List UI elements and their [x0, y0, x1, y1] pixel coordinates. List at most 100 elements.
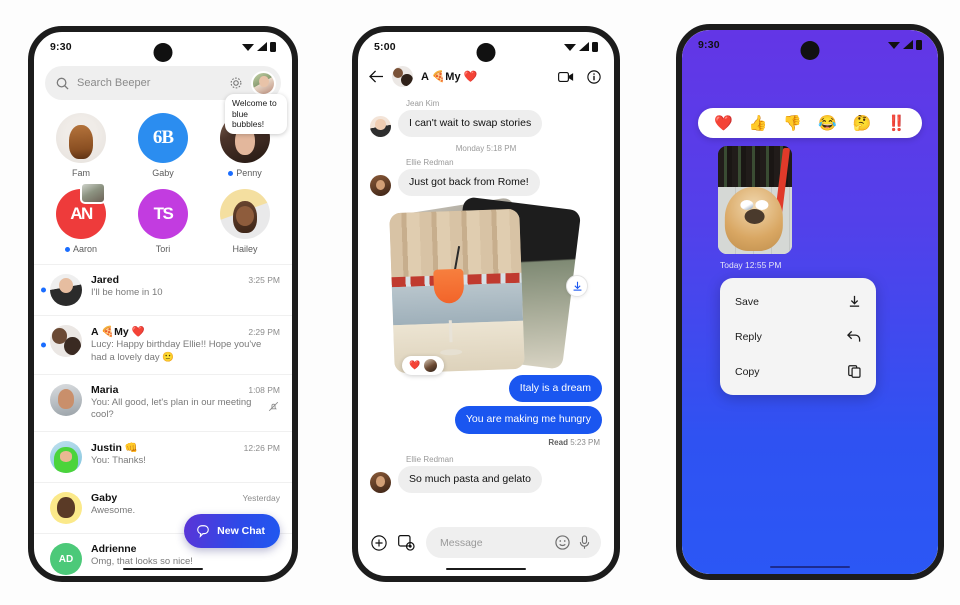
chat-name: Adrienne: [91, 543, 137, 556]
photo-stack-message[interactable]: ❤️: [370, 196, 602, 376]
reaction-thinking-icon[interactable]: 🤔: [853, 114, 872, 132]
chat-row-header: Justin 👊 12:26 PM: [91, 441, 280, 454]
avatar: [370, 471, 391, 493]
back-arrow-icon[interactable]: [369, 70, 384, 83]
avatar: AD: [50, 543, 82, 576]
plus-circle-icon[interactable]: [371, 534, 387, 551]
day-timestamp: Monday 5:18 PM: [455, 144, 517, 154]
story-item-hailey[interactable]: Hailey: [204, 184, 286, 260]
download-button[interactable]: [566, 275, 588, 298]
signal-icon: [256, 42, 267, 51]
microphone-icon[interactable]: [578, 535, 591, 550]
chat-name: Gaby: [91, 492, 118, 505]
signal-icon: [578, 42, 589, 51]
gallery-camera-icon[interactable]: [398, 534, 415, 551]
group-avatar[interactable]: [392, 66, 413, 87]
story-avatar: [55, 113, 106, 163]
chat-row-body: Maria 1:08 PM You: All good, let's plan …: [91, 384, 280, 423]
story-label-text: Aaron: [72, 244, 97, 254]
menu-item-reply[interactable]: Reply: [720, 319, 876, 354]
photo-dog-sunglasses: [739, 200, 769, 210]
story-monogram: TS: [153, 204, 174, 223]
message-sender: Ellie Redman: [406, 454, 454, 464]
media-photo-dog[interactable]: [718, 146, 792, 254]
reaction-picker[interactable]: ❤️ 👍 👎 😂 🤔 ‼️: [698, 108, 922, 138]
conversation-title: A 🍕My ❤️: [421, 71, 478, 83]
menu-item-copy[interactable]: Copy: [720, 354, 876, 389]
story-item-fam[interactable]: Fam: [40, 108, 122, 184]
video-camera-icon[interactable]: [558, 71, 574, 83]
chat-row-justin[interactable]: Justin 👊 12:26 PM You: Thanks!: [34, 431, 292, 482]
status-clock: 9:30: [50, 41, 72, 53]
camera-notch: [800, 41, 820, 60]
read-receipt: Read 5:23 PM: [370, 438, 600, 447]
message-row-outgoing: You are making me hungry: [370, 406, 602, 434]
camera-notch: [476, 43, 496, 62]
photo-card-front[interactable]: [389, 209, 525, 374]
home-indicator: [770, 565, 850, 568]
mute-bell-icon: [268, 401, 279, 411]
context-menu: Save Reply Copy: [720, 278, 876, 395]
menu-item-label: Save: [735, 295, 759, 308]
welcome-tooltip: Welcome to blue bubbles!: [224, 94, 287, 134]
story-monogram: AN: [70, 204, 93, 223]
message-bubble[interactable]: You are making me hungry: [454, 406, 602, 434]
avatar: [370, 116, 391, 138]
chat-time: 1:08 PM: [248, 384, 280, 395]
reaction-thumbsup-icon[interactable]: 👍: [749, 114, 768, 132]
unread-dot: [64, 247, 70, 253]
chat-preview: You: Thanks!: [91, 455, 146, 467]
download-icon: [849, 295, 860, 307]
avatar: [50, 325, 82, 357]
reaction-heart-icon[interactable]: ❤️: [714, 114, 733, 132]
info-icon[interactable]: [587, 69, 601, 84]
search-input[interactable]: Search Beeper: [77, 77, 221, 89]
reactor-avatar: [424, 359, 438, 373]
emoji-smiley-icon[interactable]: [555, 535, 570, 550]
story-label: Penny: [204, 168, 286, 178]
message-bubble[interactable]: I can't wait to swap stories: [398, 110, 543, 138]
message-input[interactable]: Message: [426, 527, 601, 558]
gear-icon[interactable]: [229, 76, 243, 90]
story-item-tori[interactable]: TS Tori: [122, 184, 204, 260]
chat-row-body: A 🍕My ❤️ 2:29 PM Lucy: Happy birthday El…: [91, 325, 280, 365]
message-placeholder: Message: [440, 536, 483, 549]
message-bubble[interactable]: So much pasta and gelato: [398, 465, 543, 493]
phone-chat-list: 9:30 Search Beeper Fam 6B Gaby Welcome t…: [28, 26, 298, 582]
home-indicator: [123, 567, 203, 570]
chat-row-group[interactable]: A 🍕My ❤️ 2:29 PM Lucy: Happy birthday El…: [34, 315, 292, 374]
story-label: Aaron: [40, 244, 122, 254]
chat-row-maria[interactable]: Maria 1:08 PM You: All good, let's plan …: [34, 373, 292, 432]
story-item-gaby[interactable]: 6B Gaby: [122, 108, 204, 184]
reaction-thumbsdown-icon[interactable]: 👎: [783, 114, 802, 132]
wifi-icon: [888, 42, 900, 49]
photo-dog-snout: [744, 208, 765, 224]
message-bubble[interactable]: Italy is a dream: [508, 375, 602, 403]
read-time: 5:23 PM: [570, 437, 600, 447]
chat-row-header: Gaby Yesterday: [91, 492, 280, 504]
story-item-aaron[interactable]: AN Aaron: [40, 182, 122, 260]
reaction-exclamation-icon[interactable]: ‼️: [887, 114, 906, 132]
chat-time: 12:26 PM: [243, 443, 280, 454]
chat-row-body: Justin 👊 12:26 PM You: Thanks!: [91, 441, 280, 468]
story-item-penny[interactable]: Welcome to blue bubbles! Penny: [204, 94, 287, 184]
new-chat-label: New Chat: [217, 525, 265, 537]
reaction-pill[interactable]: ❤️: [402, 356, 445, 376]
chat-preview: Lucy: Happy birthday Ellie!! Hope you've…: [91, 339, 262, 363]
message-sender: Ellie Redman: [406, 158, 454, 168]
story-monogram: 6B: [152, 127, 174, 148]
message-row-incoming: So much pasta and gelato: [370, 465, 602, 493]
new-chat-button[interactable]: New Chat: [184, 514, 280, 548]
profile-avatar[interactable]: [251, 70, 276, 96]
conversation-header: A 🍕My ❤️: [358, 62, 614, 95]
chat-row-jared[interactable]: Jared 3:25 PM I'll be home in 10: [34, 264, 292, 315]
chat-row-header: Maria 1:08 PM: [91, 384, 280, 396]
reaction-laugh-icon[interactable]: 😂: [818, 114, 837, 132]
chat-row-body: Jared 3:25 PM I'll be home in 10: [91, 274, 280, 300]
menu-item-save[interactable]: Save: [720, 284, 876, 319]
message-sender: Jean Kim: [406, 99, 440, 108]
avatar: [370, 175, 391, 197]
message-thread: Jean Kim I can't wait to swap stories Mo…: [358, 99, 614, 493]
message-bubble[interactable]: Just got back from Rome!: [398, 169, 540, 197]
phone1-screen: 9:30 Search Beeper Fam 6B Gaby Welcome t…: [34, 32, 292, 576]
